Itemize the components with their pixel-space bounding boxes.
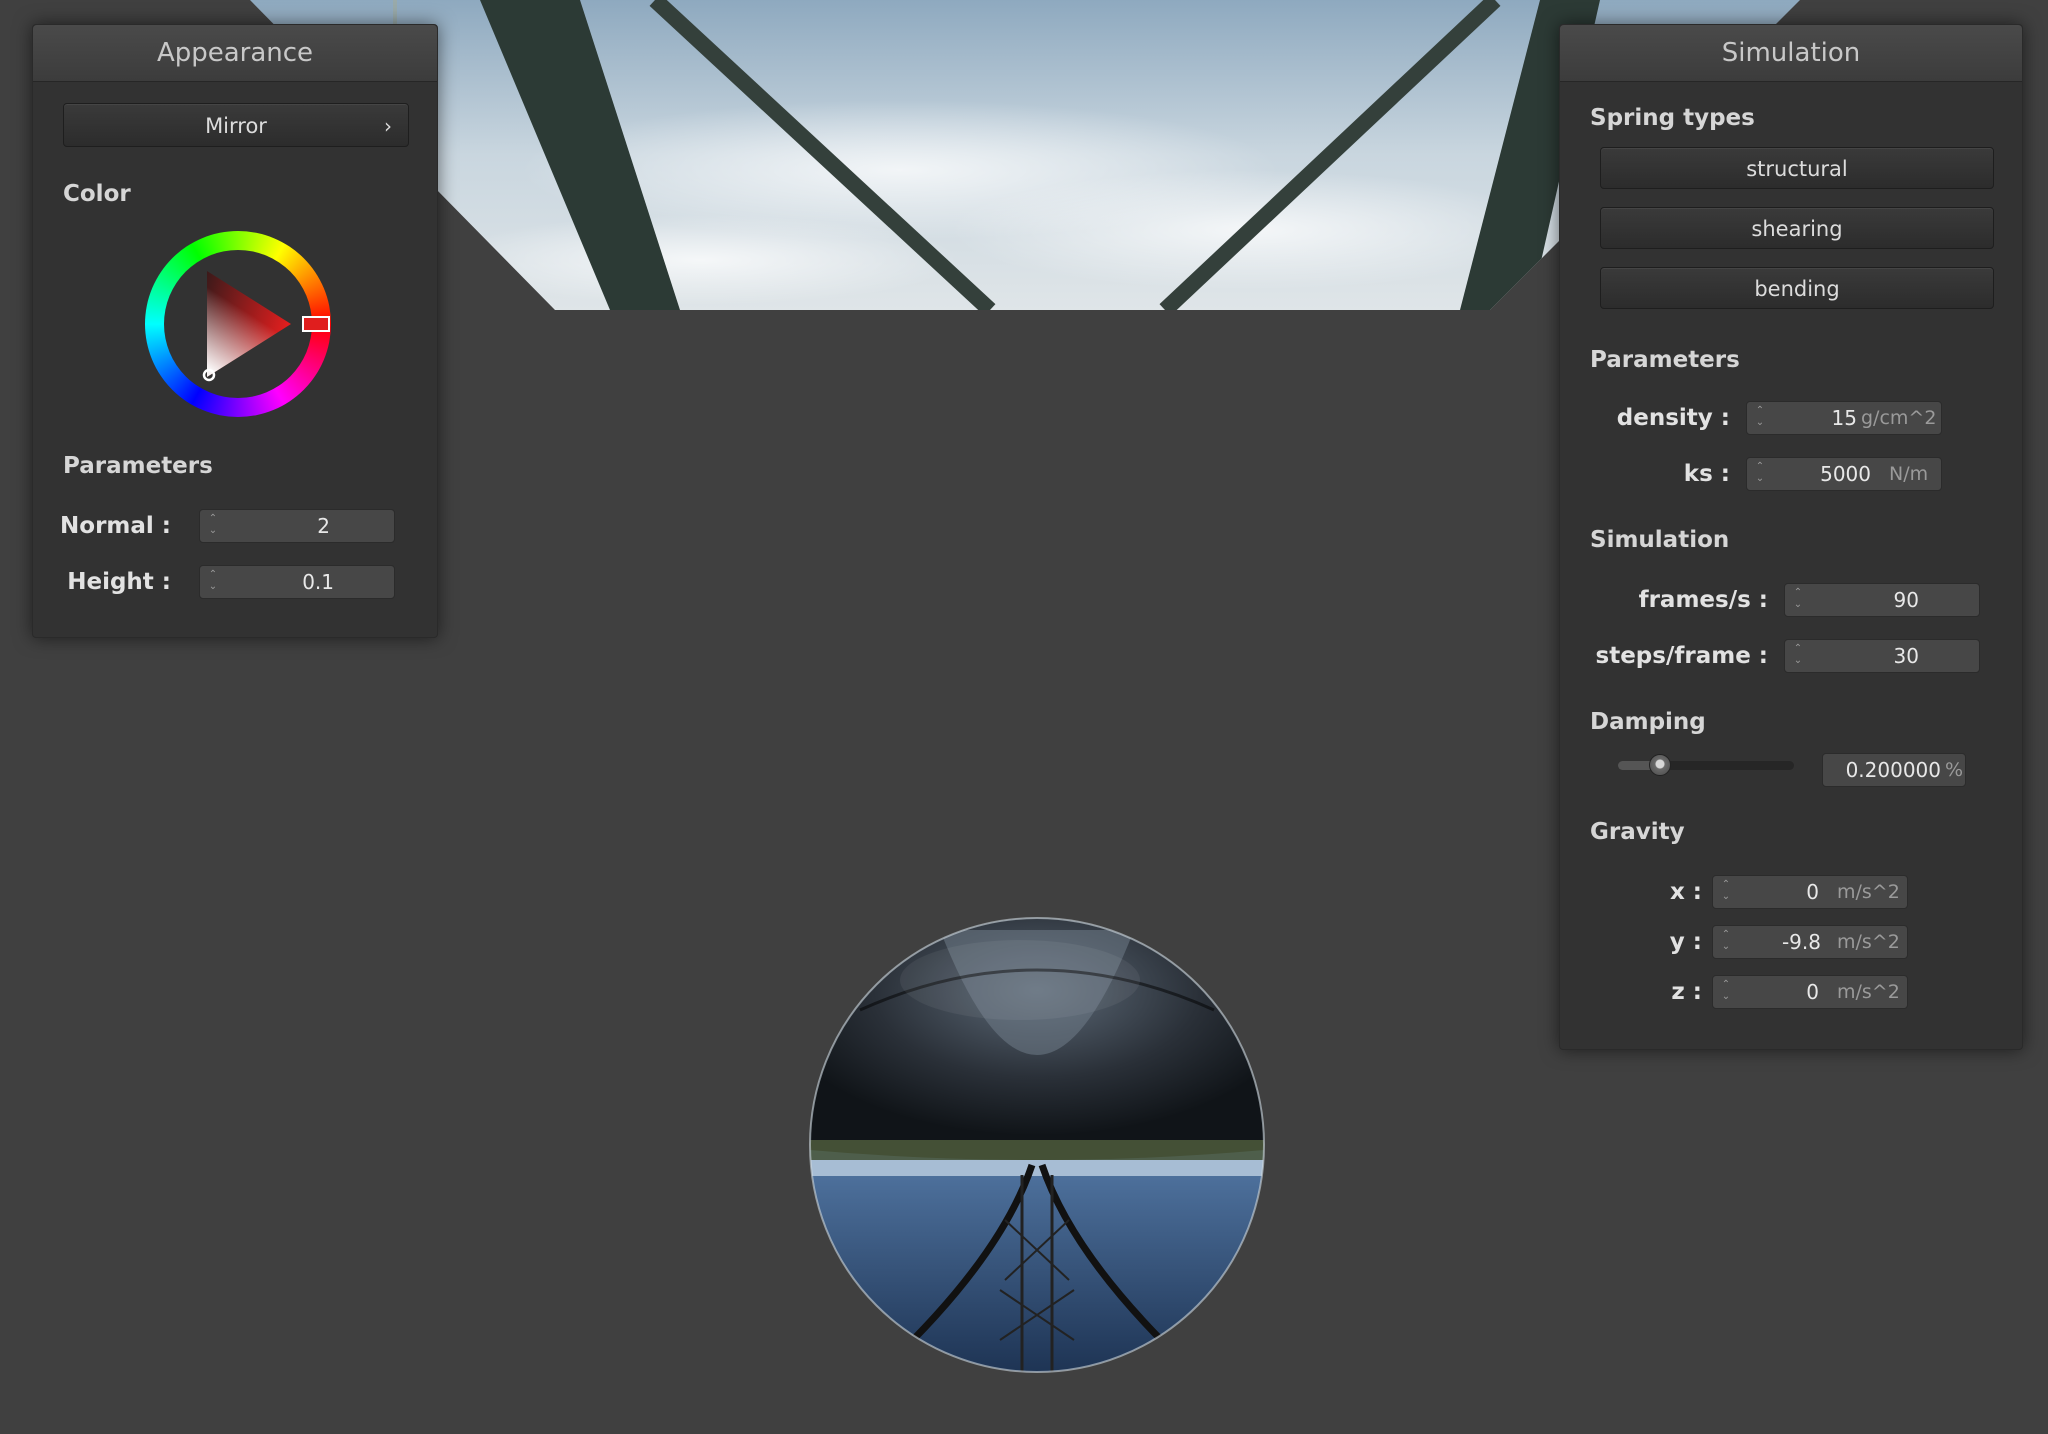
spinner-arrows-icon[interactable]: ⌃ ⌄ [1791, 643, 1805, 669]
structural-button[interactable]: structural [1600, 147, 1994, 189]
steps-value: 30 [1893, 644, 1919, 668]
damping-section-label: Damping [1590, 709, 1706, 735]
spinner-arrows-icon[interactable]: ⌃ ⌄ [206, 569, 220, 595]
density-label: density : [1616, 405, 1730, 431]
spinner-arrows-icon[interactable]: ⌃ ⌄ [1719, 929, 1733, 955]
simulation-panel-title: Simulation [1560, 25, 2022, 82]
ks-value: 5000 [1820, 462, 1871, 486]
mirror-sphere[interactable] [810, 918, 1264, 1372]
height-value: 0.1 [302, 570, 334, 594]
gravity-x-unit: m/s^2 [1837, 881, 1900, 903]
gravity-y-unit: m/s^2 [1837, 931, 1900, 953]
gravity-z-unit: m/s^2 [1837, 981, 1900, 1003]
gravity-z-label: z : [1671, 979, 1702, 1005]
damping-slider-thumb[interactable] [1649, 754, 1671, 776]
color-wheel[interactable] [145, 231, 331, 417]
spinner-arrows-icon[interactable]: ⌃ ⌄ [1753, 405, 1767, 431]
spinner-arrows-icon[interactable]: ⌃ ⌄ [206, 513, 220, 539]
normal-label: Normal : [60, 513, 171, 539]
gravity-z-value: 0 [1806, 980, 1819, 1004]
gravity-z-input[interactable]: ⌃ ⌄ 0 m/s^2 [1712, 975, 1908, 1009]
gravity-y-input[interactable]: ⌃ ⌄ -9.8 m/s^2 [1712, 925, 1908, 959]
height-label: Height : [67, 569, 171, 595]
appearance-panel-title: Appearance [33, 25, 437, 82]
gravity-x-input[interactable]: ⌃ ⌄ 0 m/s^2 [1712, 875, 1908, 909]
gravity-x-label: x : [1669, 879, 1702, 905]
density-unit: g/cm^2 [1861, 407, 1937, 429]
shader-select-button[interactable]: Mirror › [63, 103, 409, 147]
appearance-panel: Appearance Mirror › Color Parameters Nor… [32, 24, 438, 638]
density-value: 15 [1831, 406, 1857, 430]
simulation-parameters-label: Parameters [1590, 347, 1740, 373]
ks-input[interactable]: ⌃ ⌄ 5000 N/m [1746, 457, 1942, 491]
steps-label: steps/frame : [1595, 643, 1768, 669]
chevron-right-icon: › [384, 114, 392, 138]
fps-value: 90 [1893, 588, 1919, 612]
density-input[interactable]: ⌃ ⌄ 15 g/cm^2 [1746, 401, 1942, 435]
gravity-x-value: 0 [1806, 880, 1819, 904]
spring-types-label: Spring types [1590, 105, 1755, 131]
gravity-y-label: y : [1669, 929, 1702, 955]
damping-unit: % [1945, 759, 1964, 781]
gravity-section-label: Gravity [1590, 819, 1685, 845]
color-section-label: Color [63, 181, 131, 207]
fps-input[interactable]: ⌃ ⌄ 90 [1784, 583, 1980, 617]
steps-input[interactable]: ⌃ ⌄ 30 [1784, 639, 1980, 673]
spinner-arrows-icon[interactable]: ⌃ ⌄ [1791, 587, 1805, 613]
damping-input[interactable]: 0.200000 % [1822, 753, 1966, 787]
gravity-y-value: -9.8 [1781, 930, 1821, 954]
spinner-arrows-icon[interactable]: ⌃ ⌄ [1753, 461, 1767, 487]
shader-select-label: Mirror [205, 114, 267, 138]
height-input[interactable]: ⌃ ⌄ 0.1 [199, 565, 395, 599]
damping-slider[interactable] [1618, 753, 1794, 777]
normal-value: 2 [317, 514, 330, 538]
bending-button[interactable]: bending [1600, 267, 1994, 309]
ks-label: ks : [1683, 461, 1730, 487]
normal-input[interactable]: ⌃ ⌄ 2 [199, 509, 395, 543]
spinner-arrows-icon[interactable]: ⌃ ⌄ [1719, 879, 1733, 905]
damping-value: 0.200000 [1845, 758, 1941, 782]
simulation-section-label: Simulation [1590, 527, 1730, 553]
shearing-button[interactable]: shearing [1600, 207, 1994, 249]
ks-unit: N/m [1889, 463, 1929, 485]
spinner-arrows-icon[interactable]: ⌃ ⌄ [1719, 979, 1733, 1005]
simulation-panel: Simulation Spring types structural shear… [1559, 24, 2023, 1050]
fps-label: frames/s : [1638, 587, 1768, 613]
hue-handle[interactable] [302, 316, 330, 332]
appearance-parameters-label: Parameters [63, 453, 213, 479]
